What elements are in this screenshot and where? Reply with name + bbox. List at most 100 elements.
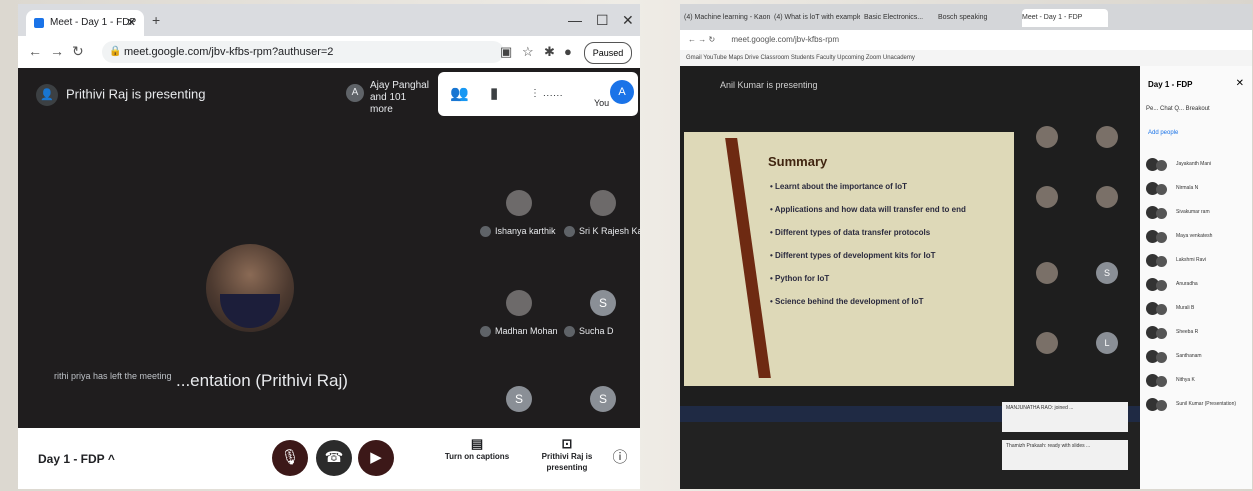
slide-bullet: Different types of development kits for … (770, 251, 966, 260)
nav-icons[interactable]: ← → ↻ (688, 35, 715, 44)
camera-off-button[interactable]: ▶ (358, 440, 394, 476)
participant-avatar[interactable] (1036, 262, 1058, 284)
left-meeting-notice: rithi priya has left the meeting (54, 371, 172, 381)
present-icon: ⊡ (561, 436, 573, 451)
lock-icon: 🔒 (109, 46, 122, 57)
participant-avatar (590, 190, 616, 216)
leave-call-button[interactable]: ☎ (316, 440, 352, 476)
list-item[interactable]: Sunil Kumar (Presentation) (1146, 396, 1246, 414)
participant-tile[interactable]: Madhan Mohan (480, 284, 558, 348)
slide-bullet: Science behind the development of IoT (770, 297, 966, 306)
meet-control-bar: Day 1 - FDP ^ 🎙 ☎ ▶ ▤ Turn on captions ⊡ P… (18, 428, 640, 489)
slide-bullet: Different types of data transfer protoco… (770, 228, 966, 237)
url-field[interactable]: 🔒 meet.google.com/jbv-kfbs-rpm?authuser=… (102, 41, 504, 63)
close-window-icon[interactable]: ✕ (622, 12, 634, 29)
people-panel: Day 1 - FDP ✕ Pe... Chat Q... Breakout A… (1140, 66, 1252, 489)
profile-icon[interactable]: ● (564, 44, 572, 59)
paused-button[interactable]: Paused (584, 42, 632, 64)
slide-bullet: Python for IoT (770, 274, 966, 283)
tab-title: Meet - Day 1 - FDP (50, 17, 137, 28)
address-bar: ← → ↻ 🔒 meet.google.com/jbv-kfbs-rpm?aut… (18, 36, 640, 69)
list-item[interactable]: Anuradha (1146, 276, 1246, 294)
minimize-icon[interactable]: — (568, 12, 582, 28)
participant-avatar[interactable] (1096, 186, 1118, 208)
browser-tab[interactable]: Meet - Day 1 - FDP (1022, 9, 1108, 27)
cast-icon[interactable]: ▣ (500, 44, 512, 60)
tab-bar: (4) Machine learning - Kaon... (4) What … (680, 4, 1252, 30)
bookmarks-bar[interactable]: Gmail YouTube Maps Drive Classroom Stude… (680, 50, 1252, 66)
mic-off-icon (564, 226, 575, 238)
participant-tile[interactable]: Sri K Rajesh Ka (564, 184, 640, 248)
present-now-button[interactable]: ⊡ Prithivi Raj is presenting (534, 436, 600, 473)
notification-area: MANJUNATHA RAO: joined ... Thamizh Praka… (680, 402, 1140, 489)
list-item[interactable]: Murali B (1146, 300, 1246, 318)
back-icon[interactable]: ← (28, 43, 42, 59)
address-bar: ← → ↻ meet.google.com/jbv-kfbs-rpm (680, 30, 1252, 50)
top-toolbar: 👥 ▮ ⋮ ‥‥‥ You A (438, 72, 638, 116)
list-item[interactable]: Sheeba R (1146, 324, 1246, 342)
participant-name: Sucha D (579, 326, 614, 336)
participant-avatar[interactable] (1036, 126, 1058, 148)
participant-name: Sri K Rajesh Ka (579, 226, 640, 236)
chat-notification[interactable]: MANJUNATHA RAO: joined ... (1002, 402, 1128, 432)
presenter-avatar (206, 244, 294, 332)
participant-avatar[interactable] (1036, 186, 1058, 208)
list-item[interactable]: Santhanam (1146, 348, 1246, 366)
info-icon[interactable]: ⓘ (610, 440, 630, 476)
panel-title: Day 1 - FDP (1148, 80, 1193, 89)
participant-tile[interactable]: Ishanya karthik (480, 184, 556, 248)
browser-tab[interactable]: Basic Electronics... (864, 9, 934, 27)
participant-tile[interactable]: S Sucha D (564, 284, 640, 348)
extension-icon[interactable]: ✱ (544, 44, 555, 60)
participant-name: Ishanya karthik (495, 226, 556, 236)
browser-tab[interactable]: Bosch speaking (938, 9, 1018, 27)
joiners-text: Ajay Panghal and 101 more (370, 80, 429, 115)
participant-avatar (506, 290, 532, 316)
participant-avatar[interactable] (1036, 332, 1058, 354)
slide-bullet: Learnt about the importance of IoT (770, 182, 966, 191)
browser-tab[interactable]: (4) Machine learning - Kaon... (684, 9, 770, 27)
close-icon[interactable]: ✕ (1236, 78, 1244, 89)
maximize-icon[interactable]: ☐ (596, 12, 609, 29)
participant-avatar[interactable]: L (1096, 332, 1118, 354)
reload-icon[interactable]: ↻ (72, 43, 84, 60)
list-item[interactable]: Jayakanth Mani (1146, 156, 1246, 174)
tab-bar: Meet - Day 1 - FDP ✕ + — ☐ ✕ (18, 4, 640, 36)
new-tab-icon[interactable]: + (152, 12, 160, 28)
chat-icon[interactable]: ▮ (490, 84, 498, 102)
left-screen: Meet - Day 1 - FDP ✕ + — ☐ ✕ ← → ↻ 🔒 mee… (18, 4, 640, 489)
you-label: You (594, 98, 610, 108)
browser-tab[interactable]: Meet - Day 1 - FDP ✕ (26, 10, 144, 36)
url-text[interactable]: meet.google.com/jbv-kfbs-rpm (731, 35, 839, 44)
participant-avatar: S (506, 386, 532, 412)
slide-bullet: Applications and how data will transfer … (770, 205, 966, 214)
chat-notification[interactable]: Thamizh Prakash: ready with slides ... (1002, 440, 1128, 470)
panel-tabs[interactable]: Pe... Chat Q... Breakout (1146, 106, 1250, 112)
people-icon[interactable]: 👥 (450, 84, 469, 102)
participant-avatar: S (590, 386, 616, 412)
url-text: meet.google.com/jbv-kfbs-rpm?authuser=2 (124, 46, 334, 58)
participant-avatar[interactable] (1096, 126, 1118, 148)
chevron-up-icon: ^ (107, 452, 115, 466)
browser-tab[interactable]: (4) What is loT with example (774, 9, 860, 27)
activities-icon[interactable]: ⋮ ‥‥‥ (530, 88, 563, 99)
list-item[interactable]: Maya venkatesh (1146, 228, 1246, 246)
presentation-caption: ...entation (Prithivi Raj) (176, 371, 348, 390)
add-people-button[interactable]: Add people (1148, 130, 1178, 136)
captions-button[interactable]: ▤ Turn on captions (444, 437, 510, 462)
self-avatar: A (610, 80, 634, 104)
meeting-name[interactable]: Day 1 - FDP ^ (38, 452, 115, 466)
list-item[interactable]: Nirmala N (1146, 180, 1246, 198)
participant-avatar[interactable]: S (1096, 262, 1118, 284)
list-item[interactable]: Sivakumar ram (1146, 204, 1246, 222)
forward-icon[interactable]: → (50, 43, 64, 59)
right-screen: (4) Machine learning - Kaon... (4) What … (680, 4, 1252, 489)
meet-stage: Anil Kumar is presenting Summary Learnt … (680, 66, 1140, 406)
star-icon[interactable]: ☆ (522, 44, 534, 60)
list-item[interactable]: Lakshmi Ravi (1146, 252, 1246, 270)
mic-off-button[interactable]: 🎙 (272, 440, 308, 476)
close-tab-icon[interactable]: ✕ (127, 16, 136, 29)
presentation-slide: Summary Learnt about the importance of I… (684, 132, 1014, 386)
presenting-label: Anil Kumar is presenting (720, 80, 818, 90)
list-item[interactable]: Nithya K (1146, 372, 1246, 390)
